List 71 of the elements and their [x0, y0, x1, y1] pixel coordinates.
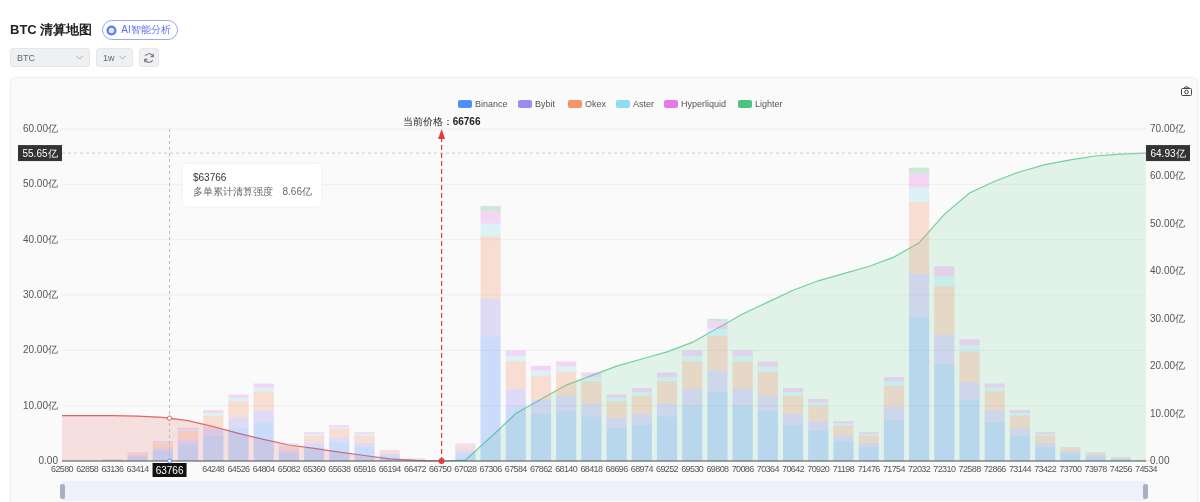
- axis-label: 66750: [429, 464, 452, 474]
- axis-label: 30.00亿: [1150, 312, 1186, 324]
- axis-label: 72866: [983, 464, 1006, 474]
- axis-label: 62858: [76, 464, 99, 474]
- axis-label: 70642: [782, 464, 805, 474]
- axis-label: 60.00亿: [1150, 170, 1186, 182]
- axis-label: 68974: [630, 464, 653, 474]
- axis-label: 74256: [1109, 464, 1132, 474]
- tooltip-title: $63766: [193, 172, 227, 183]
- axis-label: 20.00亿: [1150, 360, 1186, 372]
- axis-label: 70.00亿: [1150, 123, 1186, 134]
- axis-label: 68696: [605, 464, 628, 474]
- axis-label: 0.00: [1150, 455, 1170, 466]
- axis-label: 73144: [1008, 464, 1031, 474]
- axis-label: 0.00: [38, 455, 58, 466]
- legend-label: Bybit: [535, 99, 556, 109]
- axis-pointer-label: 64.93亿: [1146, 145, 1190, 162]
- tooltip-label: 多单累计清算强度: [193, 186, 273, 197]
- axis-label: 65082: [277, 464, 300, 474]
- axis-label: 72310: [933, 464, 956, 474]
- axis-label: 69530: [681, 464, 704, 474]
- axis-label: 70364: [756, 464, 779, 474]
- page-title: BTC 清算地图: [10, 21, 93, 39]
- current-price-label: 当前价格：66766: [402, 116, 481, 127]
- axis-label: 73700: [1059, 464, 1082, 474]
- axis-label: 70920: [807, 464, 830, 474]
- axis-label: 66194: [378, 464, 401, 474]
- axis-label: 68140: [555, 464, 578, 474]
- axis-label: 66472: [403, 464, 426, 474]
- axis-label: 30.00亿: [22, 289, 58, 300]
- axis-label: 65638: [328, 464, 351, 474]
- axis-label: 60.00亿: [22, 123, 58, 134]
- axis-pointer-label: 55.65亿: [18, 145, 62, 162]
- axis-label: 67028: [454, 464, 477, 474]
- axis-label: 64804: [252, 464, 275, 474]
- axis-label: 63136: [101, 464, 124, 474]
- axis-label: 62580: [51, 464, 73, 474]
- axis-label: 65360: [303, 464, 326, 474]
- axis-label: 72588: [958, 464, 981, 474]
- axis-label: 10.00亿: [22, 399, 58, 411]
- axis-label: 40.00亿: [1150, 265, 1186, 277]
- axis-label: 73978: [1084, 464, 1107, 474]
- axis-label: 68418: [580, 464, 603, 474]
- legend-label: Hyperliquid: [681, 99, 727, 109]
- tooltip-value: 8.66亿: [282, 186, 312, 197]
- axis-label: 50.00亿: [1150, 217, 1186, 229]
- axis-label: 70086: [731, 464, 754, 474]
- legend-label: Okex: [585, 99, 607, 109]
- axis-label: 71198: [832, 464, 855, 474]
- axis-label: 10.00亿: [1150, 407, 1186, 419]
- axis-label: 69252: [656, 464, 679, 474]
- axis-pointer-label: 63766: [152, 463, 187, 477]
- legend-label: Binance: [475, 99, 508, 109]
- axis-label: 71754: [882, 464, 905, 474]
- axis-label: 67306: [479, 464, 502, 474]
- axis-label: 69808: [706, 464, 729, 474]
- axis-label: 50.00亿: [22, 178, 58, 190]
- legend-label: Aster: [633, 99, 655, 109]
- axis-label: 72032: [908, 464, 931, 474]
- axis-label: 71476: [857, 464, 880, 474]
- axis-label: 73422: [1034, 464, 1057, 474]
- axis-label: 40.00亿: [22, 233, 58, 245]
- axis-label: 63414: [126, 464, 149, 474]
- legend-label: Lighter: [755, 99, 783, 109]
- axis-label: 67584: [504, 464, 527, 474]
- axis-label: 74534: [1135, 464, 1157, 474]
- axis-label: 65916: [353, 464, 376, 474]
- axis-label: 20.00亿: [22, 344, 58, 356]
- axis-label: 64248: [202, 464, 225, 474]
- axis-label: 67862: [529, 464, 552, 474]
- axis-label: 64526: [227, 464, 250, 474]
